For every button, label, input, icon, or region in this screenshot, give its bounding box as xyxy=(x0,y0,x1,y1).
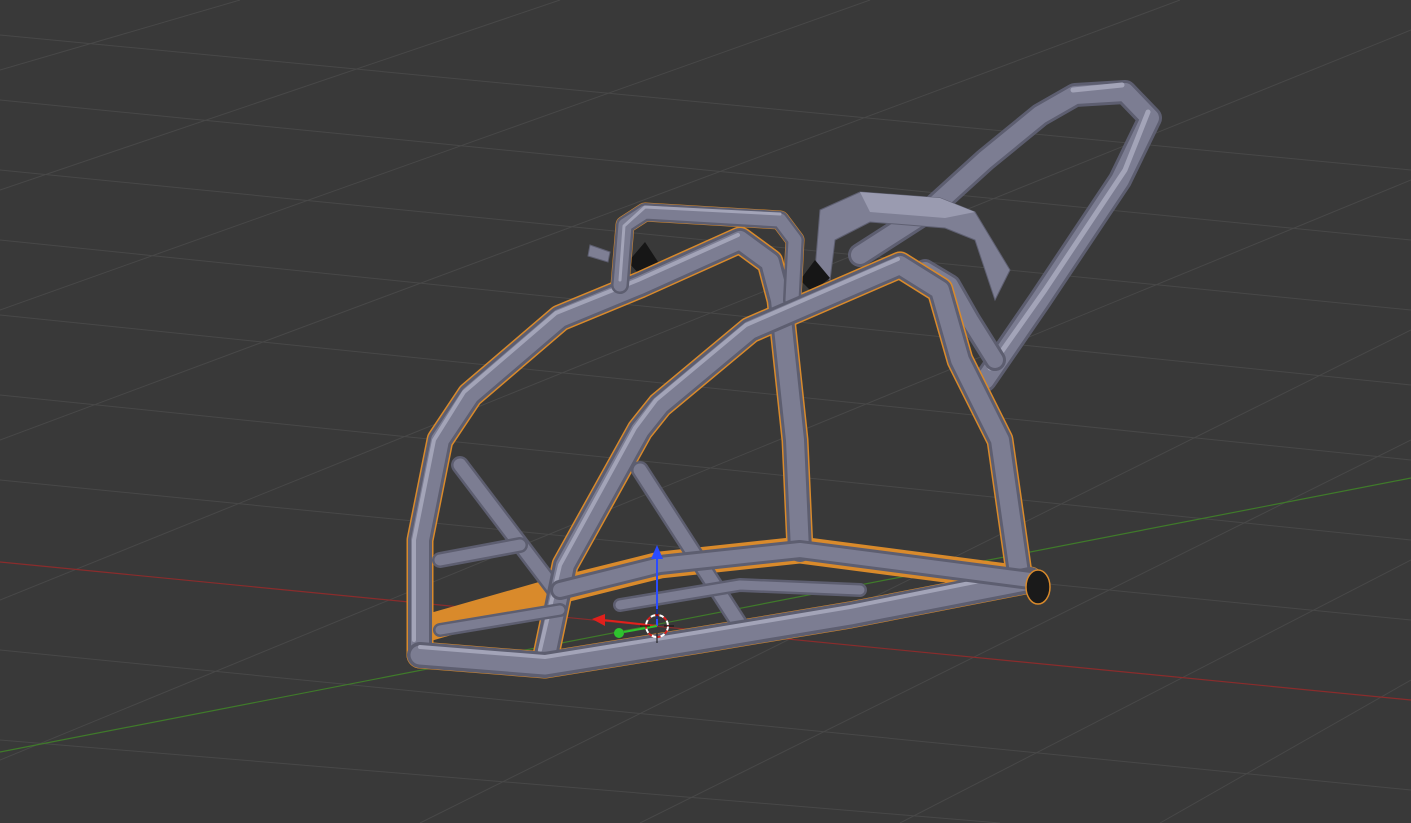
gizmo-x-axis[interactable] xyxy=(602,619,658,627)
floor-grid xyxy=(0,0,1411,823)
tube-end-cap xyxy=(1025,569,1051,605)
viewport-canvas[interactable] xyxy=(0,0,1411,823)
y-axis-line xyxy=(0,477,1411,753)
gizmo-x-arrow-icon[interactable] xyxy=(592,614,605,626)
gizmo-y-axis[interactable] xyxy=(623,625,658,633)
gizmo-y-handle-icon[interactable] xyxy=(614,628,624,638)
tube-frame-object[interactable] xyxy=(406,80,1162,679)
3d-viewport[interactable] xyxy=(0,0,1411,823)
rear-handle-loop xyxy=(848,80,1162,392)
